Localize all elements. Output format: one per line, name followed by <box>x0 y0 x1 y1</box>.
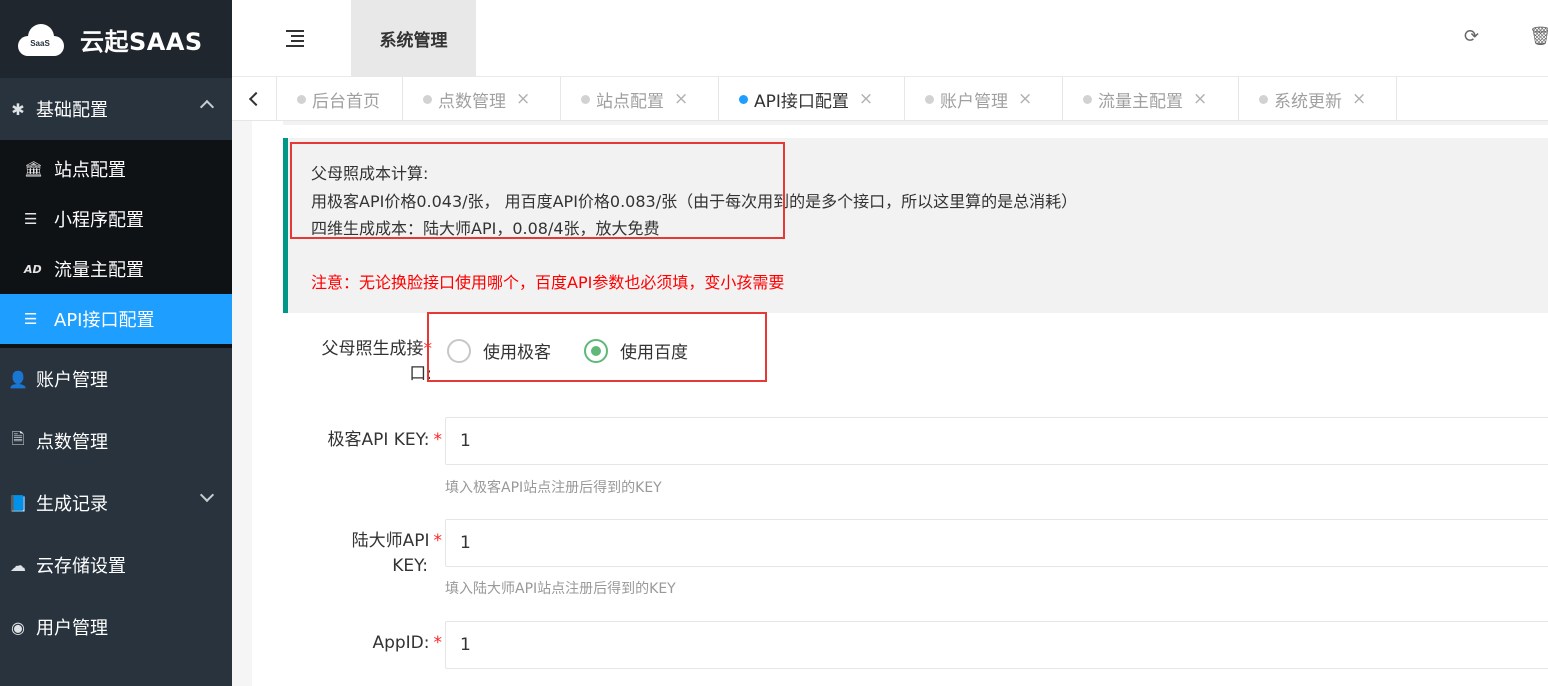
bank-icon: 🏛 <box>24 160 44 178</box>
radio-label: 使用极客 <box>483 343 551 363</box>
sidebar-group-label: 云存储设置 <box>36 556 126 577</box>
tab-label: 站点配置 <box>596 91 664 112</box>
asterisk-icon: ✱ <box>11 99 25 119</box>
content-gutter <box>232 121 252 686</box>
sidebar-group-basic-config[interactable]: ✱ 基础配置 <box>0 78 232 140</box>
sidebar-group-label: 生成记录 <box>36 494 108 515</box>
refresh-icon[interactable]: ⟳ <box>1464 26 1479 47</box>
tab-site-config[interactable]: 站点配置 × <box>561 77 719 121</box>
tab-system-update[interactable]: 系统更新 × <box>1239 77 1397 121</box>
cloud-icon: ☁ <box>10 555 26 575</box>
highlight-box-cost <box>290 142 785 239</box>
geek-key-help: 填入极客API站点注册后得到的KEY <box>445 480 662 496</box>
ad-icon: AD <box>24 262 42 276</box>
book-icon: 📘 <box>8 493 28 513</box>
tab-api-config[interactable]: API接口配置 × <box>719 77 905 121</box>
appid-input[interactable]: 1 <box>445 621 1548 669</box>
sidebar-group-label: 点数管理 <box>36 432 108 453</box>
sidebar-group-label: 账户管理 <box>36 370 108 391</box>
menu-toggle-icon[interactable] <box>286 30 306 48</box>
header-tab-system[interactable]: 系统管理 <box>351 0 476 77</box>
sidebar-item-api-config[interactable]: ☰ API接口配置 <box>0 294 232 344</box>
app-title: 云起SAAS <box>80 27 203 56</box>
lu-key-input[interactable]: 1 <box>445 519 1548 567</box>
tab-scroll-left-icon[interactable] <box>232 77 277 121</box>
radio-circle <box>447 338 471 363</box>
tab-bar: 后台首页 点数管理 × 站点配置 × API接口配置 × 账户管理 × 流量主配… <box>232 77 1548 121</box>
sidebar-submenu: 🏛 站点配置 ☰ 小程序配置 AD 流量主配置 ☰ API接口配置 <box>0 140 232 348</box>
tab-points[interactable]: 点数管理 × <box>403 77 561 121</box>
sidebar-item-site-config[interactable]: 🏛 站点配置 <box>0 144 232 194</box>
tab-dot <box>581 94 590 104</box>
tab-label: 点数管理 <box>438 91 506 112</box>
user-circle-icon: ◉ <box>11 617 25 637</box>
list-icon: ☰ <box>24 310 38 328</box>
lu-key-label: 陆大师API * KEY: <box>351 531 442 576</box>
close-icon[interactable]: × <box>1352 89 1366 109</box>
radio-label: 使用百度 <box>620 343 688 363</box>
close-icon[interactable]: × <box>859 89 873 109</box>
close-icon[interactable]: × <box>1193 89 1207 109</box>
geek-key-label: 极客API KEY: * <box>327 430 442 450</box>
list-icon: ☰ <box>24 210 38 228</box>
sidebar-group-users[interactable]: ◉ 用户管理 <box>0 596 232 658</box>
sidebar-group-records[interactable]: 📘 生成记录 <box>0 472 232 534</box>
radio-baidu[interactable]: 使用百度 <box>584 338 688 363</box>
tab-account[interactable]: 账户管理 × <box>905 77 1063 121</box>
chevron-up-icon <box>199 99 215 115</box>
close-icon[interactable]: × <box>516 89 530 109</box>
sidebar-item-label: 流量主配置 <box>54 260 144 281</box>
tab-dot <box>423 94 432 104</box>
sidebar-group-cloud-storage[interactable]: ☁ 云存储设置 <box>0 534 232 596</box>
trash-icon[interactable]: 🗑 <box>1529 26 1548 47</box>
sidebar-group-account[interactable]: 👤 账户管理 <box>0 348 232 410</box>
tab-label: 系统更新 <box>1274 91 1342 112</box>
cloud-logo-icon: SaaS <box>16 22 64 56</box>
logo[interactable]: SaaS 云起SAAS <box>0 0 232 78</box>
radio-geek[interactable]: 使用极客 <box>447 338 551 363</box>
sidebar-item-miniprogram-config[interactable]: ☰ 小程序配置 <box>0 194 232 244</box>
sidebar-item-label: API接口配置 <box>54 310 155 331</box>
geek-key-input[interactable]: 1 <box>445 417 1548 465</box>
radio-circle <box>584 338 608 363</box>
notice-warning: 注意：无论换脸接口使用哪个，百度API参数也必须填，变小孩需要 <box>311 273 785 292</box>
chevron-down-icon <box>199 487 215 503</box>
tab-home[interactable]: 后台首页 <box>277 77 403 121</box>
tab-dot <box>297 94 306 104</box>
close-icon[interactable]: × <box>674 89 688 109</box>
sidebar-group-label: 用户管理 <box>36 618 108 639</box>
tab-label: 后台首页 <box>312 91 380 112</box>
tab-dot <box>925 94 934 104</box>
sidebar-group-label: 基础配置 <box>36 100 108 121</box>
appid-label: AppID: * <box>372 633 442 653</box>
tab-label: 账户管理 <box>940 91 1008 112</box>
close-icon[interactable]: × <box>1018 89 1032 109</box>
sidebar-group-points[interactable]: 🗎 点数管理 <box>0 410 232 472</box>
top-header: 系统管理 ⟳ 🗑 <box>232 0 1548 77</box>
tab-label: API接口配置 <box>754 91 849 112</box>
tab-dot <box>739 94 748 104</box>
tab-traffic-config[interactable]: 流量主配置 × <box>1063 77 1239 121</box>
sidebar-item-traffic-config[interactable]: AD 流量主配置 <box>0 244 232 294</box>
lu-key-help: 填入陆大师API站点注册后得到的KEY <box>445 581 676 597</box>
main-content: 父母照成本计算: 用极客API价格0.043/张， 用百度API价格0.083/… <box>232 121 1548 686</box>
sidebar-item-label: 小程序配置 <box>54 210 144 231</box>
interface-label: 父母照生成接* 口: <box>321 339 433 384</box>
sidebar: SaaS 云起SAAS ✱ 基础配置 🏛 站点配置 ☰ 小程序配置 AD 流量主… <box>0 0 232 686</box>
tab-dot <box>1259 94 1268 104</box>
notice-top-edge <box>283 121 1548 125</box>
sidebar-item-label: 站点配置 <box>54 160 126 181</box>
document-points-icon: 🗎 <box>11 428 25 448</box>
tab-label: 流量主配置 <box>1098 91 1183 112</box>
tab-dot <box>1083 94 1092 104</box>
user-add-icon: 👤 <box>8 369 28 389</box>
